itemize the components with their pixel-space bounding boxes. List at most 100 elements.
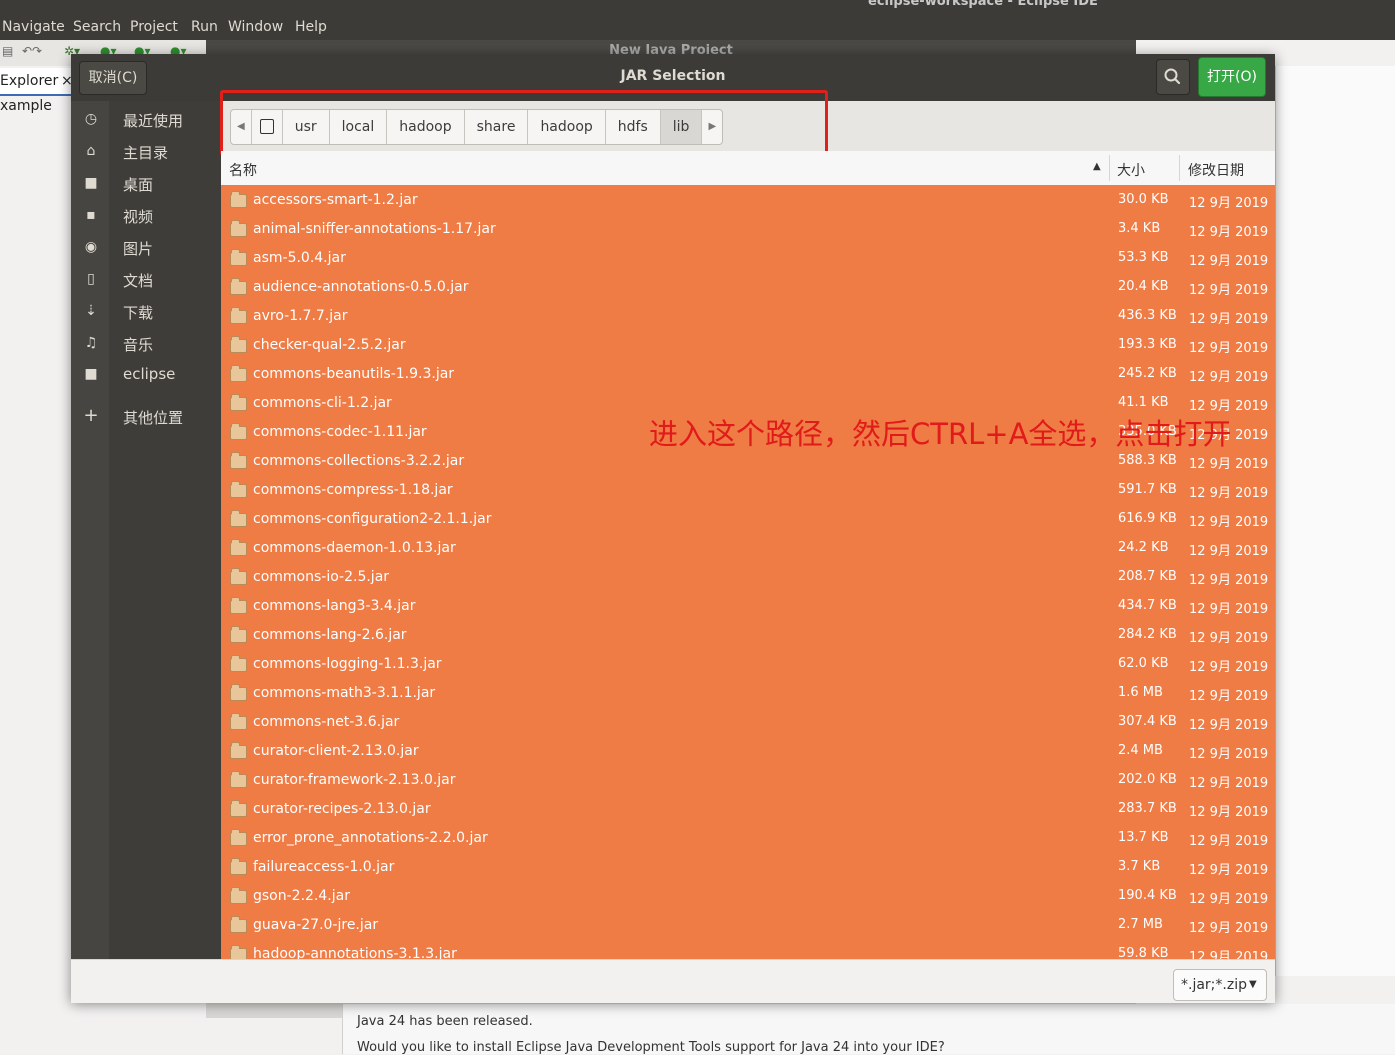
table-row[interactable]: failureaccess-1.0.jar 3.7 KB 12 9月 2019 xyxy=(221,854,1275,883)
sidebar-item-label: 桌面 xyxy=(123,176,154,194)
table-row[interactable]: commons-lang-2.6.jar 284.2 KB 12 9月 2019 xyxy=(221,622,1275,651)
file-modified-date: 12 9月 2019 xyxy=(1189,747,1269,762)
table-row[interactable]: animal-sniffer-annotations-1.17.jar 3.4 K… xyxy=(221,216,1275,245)
table-row[interactable]: commons-logging-1.1.3.jar 62.0 KB 12 9月 20… xyxy=(221,651,1275,680)
archive-icon xyxy=(230,278,247,295)
table-row[interactable]: commons-beanutils-1.9.3.jar 245.2 KB 12 9月… xyxy=(221,361,1275,390)
file-size: 202.0 KB xyxy=(1118,772,1177,787)
file-modified-date: 12 9月 2019 xyxy=(1189,718,1269,733)
menu-project[interactable]: Project xyxy=(130,19,178,35)
sidebar-item-recent[interactable]: ◷ 最近使用 xyxy=(71,105,221,135)
eclipse-window-title: eclipse-workspace - Eclipse IDE xyxy=(868,0,1098,9)
file-modified-date: 12 9月 2019 xyxy=(1189,341,1269,356)
table-row[interactable]: commons-math3-3.1.1.jar 1.6 MB 12 9月 2019 xyxy=(221,680,1275,709)
file-name: commons-math3-3.1.1.jar xyxy=(253,685,436,701)
table-row[interactable]: accessors-smart-1.2.jar 30.0 KB 12 9月 2019 xyxy=(221,187,1275,216)
file-modified-date: 12 9月 2019 xyxy=(1189,805,1269,820)
file-size: 2.7 MB xyxy=(1118,917,1163,932)
file-size: 41.1 KB xyxy=(1118,395,1169,410)
file-name: hadoop-annotations-3.1.3.jar xyxy=(253,946,457,959)
file-size: 284.2 KB xyxy=(1118,627,1177,642)
file-name: avro-1.7.7.jar xyxy=(253,308,348,324)
table-row[interactable]: hadoop-annotations-3.1.3.jar 59.8 KB 12 9月… xyxy=(221,941,1275,959)
file-size: 616.9 KB xyxy=(1118,511,1177,526)
menu-help[interactable]: Help xyxy=(295,19,327,35)
file-modified-date: 12 9月 2019 xyxy=(1189,225,1269,240)
menu-run[interactable]: Run xyxy=(191,19,218,35)
file-name: asm-5.0.4.jar xyxy=(253,250,346,266)
file-size: 307.4 KB xyxy=(1118,714,1177,729)
menu-navigate[interactable]: Navigate xyxy=(2,19,65,35)
file-size: 1.6 MB xyxy=(1118,685,1163,700)
sidebar-item-label: 文档 xyxy=(123,272,154,290)
file-modified-date: 12 9月 2019 xyxy=(1189,950,1269,959)
table-row[interactable]: commons-configuration2-2.1.1.jar 616.9 KB… xyxy=(221,506,1275,535)
file-size: 591.7 KB xyxy=(1118,482,1177,497)
sidebar-item-eclipse[interactable]: ■ eclipse xyxy=(71,360,221,390)
search-button[interactable] xyxy=(1156,59,1190,95)
table-row[interactable]: guava-27.0-jre.jar 2.7 MB 12 9月 2019 xyxy=(221,912,1275,941)
table-row[interactable]: commons-lang3-3.4.jar 434.7 KB 12 9月 2019 xyxy=(221,593,1275,622)
archive-icon xyxy=(230,510,247,527)
notification-line-2[interactable]: Would you like to install Eclipse Java D… xyxy=(357,1040,945,1055)
menu-search[interactable]: Search xyxy=(73,19,121,35)
sort-ascending-icon[interactable]: ▲ xyxy=(1093,161,1101,172)
table-row[interactable]: checker-qual-2.5.2.jar 193.3 KB 12 9月 2019 xyxy=(221,332,1275,361)
archive-icon xyxy=(230,887,247,904)
file-size: 59.8 KB xyxy=(1118,946,1169,959)
table-row[interactable]: commons-io-2.5.jar 208.7 KB 12 9月 2019 xyxy=(221,564,1275,593)
document-icon: ▯ xyxy=(87,271,95,287)
table-row[interactable]: commons-net-3.6.jar 307.4 KB 12 9月 2019 xyxy=(221,709,1275,738)
back-icon[interactable]: ↶↷ xyxy=(22,44,42,58)
file-modified-date: 12 9月 2019 xyxy=(1189,196,1269,211)
table-row[interactable]: curator-client-2.13.0.jar 2.4 MB 12 9月 201… xyxy=(221,738,1275,767)
table-row[interactable]: curator-framework-2.13.0.jar 202.0 KB 12 9… xyxy=(221,767,1275,796)
archive-icon xyxy=(230,568,247,585)
menu-window[interactable]: Window xyxy=(228,19,283,35)
sidebar-item-pictures[interactable]: ◉ 图片 xyxy=(71,233,221,263)
explorer-tab[interactable]: Explorer × xyxy=(0,68,73,96)
file-size: 588.3 KB xyxy=(1118,453,1177,468)
annotation-text: 进入这个路径，然后CTRL+A全选，点击打开 xyxy=(649,417,1232,451)
table-row[interactable]: avro-1.7.7.jar 436.3 KB 12 9月 2019 xyxy=(221,303,1275,332)
sidebar-item-videos[interactable]: ▪ 视频 xyxy=(71,201,221,231)
table-row[interactable]: commons-compress-1.18.jar 591.7 KB 12 9月 2… xyxy=(221,477,1275,506)
file-size: 24.2 KB xyxy=(1118,540,1169,555)
file-filter-select[interactable]: *.jar;*.zip ▼ xyxy=(1173,969,1267,1001)
explorer-tree-item[interactable]: xample xyxy=(0,98,52,114)
sidebar-item-home[interactable]: ⌂ 主目录 xyxy=(71,137,221,167)
archive-icon xyxy=(230,655,247,672)
binary-icon[interactable]: ▤ xyxy=(2,44,13,58)
file-size: 190.4 KB xyxy=(1118,888,1177,903)
table-row[interactable]: error_prone_annotations-2.2.0.jar 13.7 KB… xyxy=(221,825,1275,854)
archive-icon xyxy=(230,423,247,440)
sidebar-item-label: 主目录 xyxy=(123,144,169,162)
column-name[interactable]: 名称 xyxy=(229,160,257,180)
open-button[interactable]: 打开(O) xyxy=(1198,57,1266,97)
sidebar-item-other-locations[interactable]: + 其他位置 xyxy=(71,402,221,432)
table-row[interactable]: asm-5.0.4.jar 53.3 KB 12 9月 2019 xyxy=(221,245,1275,274)
sidebar-item-documents[interactable]: ▯ 文档 xyxy=(71,265,221,295)
file-modified-date: 12 9月 2019 xyxy=(1189,631,1269,646)
archive-icon xyxy=(230,481,247,498)
file-name: commons-logging-1.1.3.jar xyxy=(253,656,442,672)
sidebar-item-desktop[interactable]: ■ 桌面 xyxy=(71,169,221,199)
file-name: failureaccess-1.0.jar xyxy=(253,859,395,875)
table-row[interactable]: audience-annotations-0.5.0.jar 20.4 KB 12 … xyxy=(221,274,1275,303)
table-row[interactable]: curator-recipes-2.13.0.jar 283.7 KB 12 9月 … xyxy=(221,796,1275,825)
music-icon: ♫ xyxy=(84,335,98,351)
sidebar-item-music[interactable]: ♫ 音乐 xyxy=(71,329,221,359)
notification-popup: Java 24 has been released. Would you lik… xyxy=(342,1004,1395,1055)
column-size[interactable]: 大小 xyxy=(1117,160,1145,180)
file-name: commons-beanutils-1.9.3.jar xyxy=(253,366,455,382)
column-modified[interactable]: 修改日期 xyxy=(1188,160,1244,180)
file-modified-date: 12 9月 2019 xyxy=(1189,834,1269,849)
sidebar-item-downloads[interactable]: ⇣ 下载 xyxy=(71,297,221,327)
file-list: accessors-smart-1.2.jar 30.0 KB 12 9月 2019… xyxy=(221,185,1275,959)
file-size: 434.7 KB xyxy=(1118,598,1177,613)
table-row[interactable]: gson-2.2.4.jar 190.4 KB 12 9月 2019 xyxy=(221,883,1275,912)
file-size: 283.7 KB xyxy=(1118,801,1177,816)
file-modified-date: 12 9月 2019 xyxy=(1189,544,1269,559)
table-row[interactable]: commons-daemon-1.0.13.jar 24.2 KB 12 9月 20… xyxy=(221,535,1275,564)
archive-icon xyxy=(230,742,247,759)
